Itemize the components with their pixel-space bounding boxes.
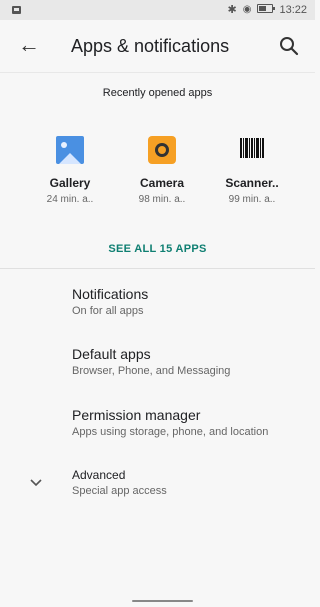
app-name: Gallery xyxy=(49,176,91,190)
gallery-icon xyxy=(56,136,84,164)
menu-item-title: Advanced xyxy=(72,468,126,482)
divider xyxy=(0,268,315,269)
app-time: 24 min. a.. xyxy=(46,194,94,205)
arrow-left-icon[interactable]: ← xyxy=(18,34,42,58)
recent-apps-title: Recently opened apps xyxy=(102,87,213,99)
menu-item-advanced[interactable]: Advanced Special app access xyxy=(72,468,312,497)
menu-item-permission-manager[interactable]: Permission manager Apps using storage, p… xyxy=(72,407,312,438)
status-time: 13:22 xyxy=(279,3,307,16)
recent-app-camera[interactable]: Camera 98 min. a.. xyxy=(122,136,202,205)
search-icon[interactable] xyxy=(277,34,301,58)
menu-item-title: Default apps xyxy=(72,346,151,362)
see-all-apps-button[interactable]: SEE ALL 15 APPS xyxy=(0,243,315,255)
cast-icon: ◉ xyxy=(242,4,252,15)
status-bar: ✱ ◉ 13:22 xyxy=(0,0,315,20)
menu-item-subtitle: Special app access xyxy=(72,485,167,497)
app-name: Scanner.. xyxy=(225,176,279,190)
app-name: Camera xyxy=(139,176,185,190)
menu-item-title: Notifications xyxy=(72,286,149,302)
home-indicator[interactable] xyxy=(132,600,193,602)
page-title: Apps & notifications xyxy=(71,36,230,56)
menu-item-subtitle: Apps using storage, phone, and location xyxy=(72,426,269,438)
app-time: 98 min. a.. xyxy=(138,194,186,205)
menu-item-notifications[interactable]: Notifications On for all apps xyxy=(72,286,312,317)
battery-icon xyxy=(257,3,276,16)
menu-item-title: Permission manager xyxy=(72,407,201,423)
menu-item-subtitle: Browser, Phone, and Messaging xyxy=(72,365,231,377)
app-time: 99 min. a.. xyxy=(228,194,276,205)
app-bar: ← Apps & notifications xyxy=(0,20,315,72)
camera-icon xyxy=(148,136,176,164)
bluetooth-icon: ✱ xyxy=(227,4,237,16)
recent-app-gallery[interactable]: Gallery 24 min. a.. xyxy=(30,136,110,205)
scanner-icon xyxy=(238,136,266,164)
menu-item-default-apps[interactable]: Default apps Browser, Phone, and Messagi… xyxy=(72,346,312,377)
chevron-down-icon xyxy=(28,474,44,490)
status-icons: ✱ ◉ 13:22 xyxy=(228,3,307,16)
menu-item-subtitle: On for all apps xyxy=(72,305,144,317)
recent-app-scanner[interactable]: Scanner.. 99 min. a.. xyxy=(212,136,292,205)
image-icon xyxy=(12,5,21,17)
